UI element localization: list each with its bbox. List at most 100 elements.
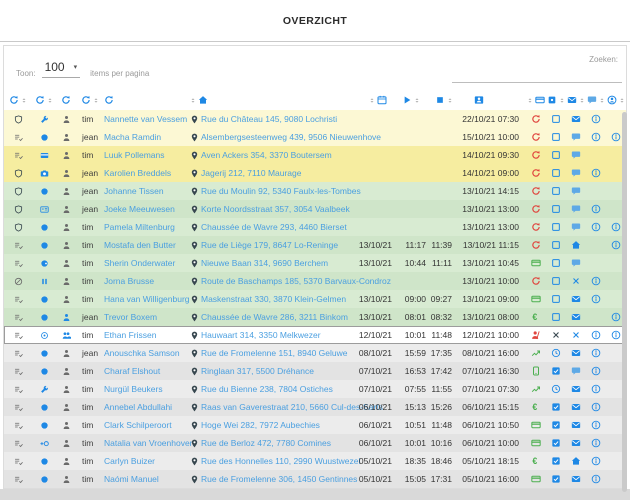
chat-icon[interactable] [571,150,581,160]
chat-icon[interactable] [571,366,581,376]
col-status-3[interactable] [566,90,586,110]
address-link[interactable]: Rue du Bienne 238, 7804 Ostiches [201,384,333,394]
row-message[interactable] [566,164,586,182]
sort-icon[interactable] [559,96,565,105]
row-message[interactable] [566,344,586,362]
envelope-icon[interactable] [571,294,581,304]
square-icon[interactable] [551,186,561,196]
client-name-link[interactable]: Nannette van Vessem [104,114,187,124]
row-confirm[interactable] [546,398,566,416]
address-link[interactable]: Ringlaan 317, 5500 Dréhance [201,366,314,376]
info-icon[interactable] [591,168,601,178]
x-blue-icon[interactable] [571,276,581,286]
card-icon[interactable] [535,95,545,105]
row-confirm[interactable] [546,218,566,236]
check-icon[interactable] [551,420,561,430]
address-link[interactable]: Aven Ackers 354, 3370 Boutersem [201,150,332,160]
check-icon[interactable] [551,456,561,466]
row-info-1[interactable] [586,452,606,470]
client-name-link[interactable]: Hana van Willigenburg [104,294,190,304]
client-name-link[interactable]: Naómi Manuel [104,474,159,484]
envelope-icon[interactable] [571,384,581,394]
x-black-icon[interactable] [551,330,561,340]
id-badge-icon[interactable] [474,95,484,105]
envelope-icon[interactable] [571,420,581,430]
check-icon[interactable] [551,474,561,484]
row-message[interactable] [566,218,586,236]
row-confirm[interactable] [546,326,566,344]
client-name-link[interactable]: Anouschka Samson [104,348,180,358]
square-icon[interactable] [551,240,561,250]
col-end-time[interactable] [428,90,460,110]
client-name-link[interactable]: Jorna Brusse [104,276,154,286]
info-icon[interactable] [591,348,601,358]
col-status-4[interactable] [586,90,606,110]
row-message[interactable] [566,470,586,488]
col-type[interactable] [4,90,32,110]
row-message[interactable] [566,452,586,470]
info-icon[interactable] [611,222,621,232]
row-message[interactable] [566,200,586,218]
client-name-link[interactable]: Trevor Boxem [104,312,157,322]
client-name-link[interactable]: Carlyn Buizer [104,456,155,466]
row-confirm[interactable] [546,308,566,326]
row-confirm[interactable] [546,236,566,254]
stop-icon[interactable] [435,95,445,105]
row-info-1[interactable] [586,416,606,434]
home-icon[interactable] [571,456,581,466]
sort-icon[interactable] [21,96,27,105]
row-info-1[interactable] [586,290,606,308]
client-name-link[interactable]: Johanne Tissen [104,186,164,196]
square-icon[interactable] [551,114,561,124]
row-confirm[interactable] [546,290,566,308]
chat-icon[interactable] [571,168,581,178]
search-input[interactable] [452,68,622,83]
col-status-1[interactable] [526,90,546,110]
envelope-icon[interactable] [571,114,581,124]
row-message[interactable] [566,416,586,434]
chat-icon[interactable] [571,186,581,196]
info-icon[interactable] [591,276,601,286]
row-message[interactable] [566,128,586,146]
address-link[interactable]: Rue du Château 145, 9080 Lochristi [201,114,337,124]
col-visit-date[interactable] [348,90,394,110]
square-icon[interactable] [551,276,561,286]
row-confirm[interactable] [546,380,566,398]
row-confirm[interactable] [546,164,566,182]
row-info-1[interactable] [586,470,606,488]
envelope-icon[interactable] [567,95,577,105]
row-message[interactable] [566,380,586,398]
client-name-link[interactable]: Ethan Frissen [104,330,156,340]
address-link[interactable]: Korte Noordsstraat 357, 3054 Vaalbeek [201,204,350,214]
info-icon[interactable] [591,366,601,376]
sort-sync-icon[interactable] [61,95,71,105]
row-info-1[interactable] [586,128,606,146]
info-icon[interactable] [591,222,601,232]
page-size-select[interactable]: 100 ▾ [42,60,81,78]
x-blue-icon[interactable] [571,330,581,340]
sort-icon[interactable] [47,96,53,105]
info-icon[interactable] [611,132,621,142]
address-link[interactable]: Maskenstraat 330, 3870 Klein-Gelmen [201,294,346,304]
col-planned[interactable] [460,90,526,110]
sort-icon[interactable] [93,96,99,105]
row-confirm[interactable] [546,110,566,128]
envelope-icon[interactable] [571,312,581,322]
envelope-icon[interactable] [571,474,581,484]
row-message[interactable] [566,308,586,326]
row-info-1[interactable] [586,380,606,398]
sort-sync-icon[interactable] [81,95,91,105]
row-message[interactable] [566,254,586,272]
square-icon[interactable] [551,132,561,142]
row-confirm[interactable] [546,200,566,218]
square-icon[interactable] [551,294,561,304]
chat-icon[interactable] [571,222,581,232]
client-name-link[interactable]: Pamela Miltenburg [104,222,175,232]
col-status-2[interactable] [546,90,566,110]
chat-icon[interactable] [571,258,581,268]
address-link[interactable]: Hoge Wei 282, 7972 Aubechies [201,420,320,430]
sort-icon[interactable] [414,96,420,105]
info-icon[interactable] [591,438,601,448]
sort-sync-icon[interactable] [104,95,114,105]
address-link[interactable]: Hauwaart 314, 3350 Melkwezer [201,330,321,340]
